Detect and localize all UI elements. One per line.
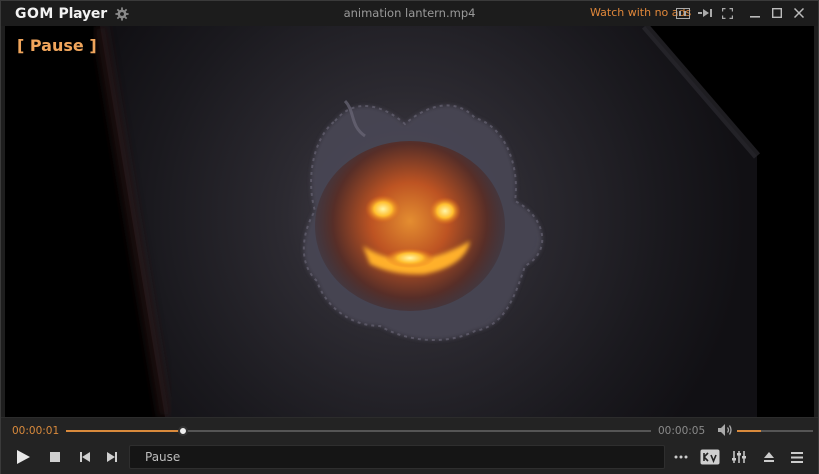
equalizer-icon xyxy=(732,451,746,463)
volume-icon[interactable] xyxy=(717,423,733,437)
play-icon xyxy=(17,450,30,464)
volume-level xyxy=(737,430,762,432)
next-button[interactable] xyxy=(100,446,124,468)
seek-bar[interactable] xyxy=(66,426,651,436)
title-bar[interactable]: GOM Player animation lantern.mp4 Watch w… xyxy=(1,1,818,26)
more-icon xyxy=(674,455,688,459)
playlist-mini-icon[interactable] xyxy=(694,5,716,21)
skip-forward-icon xyxy=(107,452,117,462)
equalizer-button[interactable] xyxy=(727,446,751,468)
skip-back-icon xyxy=(80,452,90,462)
current-time: 00:00:01 xyxy=(12,425,60,437)
total-time: 00:00:05 xyxy=(658,425,706,437)
more-options-button[interactable] xyxy=(669,446,693,468)
player-window: GOM Player animation lantern.mp4 Watch w… xyxy=(0,0,819,474)
stop-icon xyxy=(50,452,60,462)
app-logo[interactable]: GOM Player xyxy=(15,6,107,22)
osd-status-text: [ Pause ] xyxy=(17,36,97,55)
logo-player: Player xyxy=(58,5,108,22)
stop-button[interactable] xyxy=(43,446,67,468)
volume-slider[interactable] xyxy=(737,430,813,432)
eject-button[interactable] xyxy=(757,446,781,468)
kv-icon xyxy=(700,449,720,465)
video-area[interactable]: [ Pause ] xyxy=(5,26,814,417)
kv-button[interactable] xyxy=(698,446,722,468)
previous-button[interactable] xyxy=(73,446,97,468)
subtitle-icon[interactable] xyxy=(672,5,694,21)
logo-gom: GOM xyxy=(15,5,54,22)
menu-button[interactable] xyxy=(785,446,809,468)
fullscreen-icon[interactable] xyxy=(716,5,738,21)
gear-icon[interactable] xyxy=(115,6,129,21)
window-controls xyxy=(672,5,810,21)
status-message-box: Pause xyxy=(129,445,665,469)
hamburger-icon xyxy=(791,451,803,463)
eject-icon xyxy=(764,452,774,462)
video-frame xyxy=(5,26,814,417)
seek-handle[interactable] xyxy=(178,426,188,436)
seek-bar-progress xyxy=(66,430,183,432)
control-bar: 00:00:01 00:00:05 Pause xyxy=(1,417,818,474)
close-icon[interactable] xyxy=(788,5,810,21)
maximize-icon[interactable] xyxy=(766,5,788,21)
minimize-icon[interactable] xyxy=(744,5,766,21)
play-button[interactable] xyxy=(11,446,35,468)
filename-text: animation lantern.mp4 xyxy=(343,6,476,20)
